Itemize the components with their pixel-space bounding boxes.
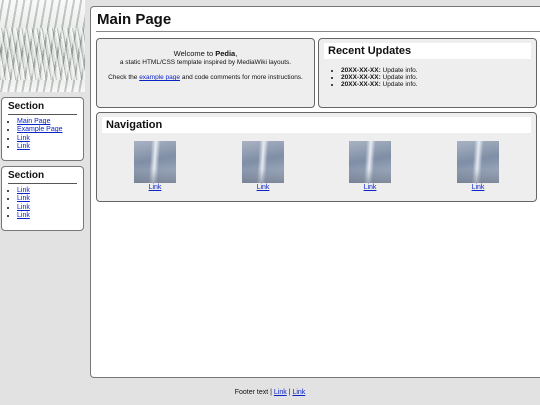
welcome-tagline: a static HTML/CSS template inspired by M… (119, 59, 292, 66)
sidebar-list-item: Link (17, 187, 77, 195)
nav-thumbnail-image[interactable] (457, 141, 499, 183)
welcome-instructions: Check the example page and code comments… (97, 74, 314, 81)
footer-link[interactable]: Link (292, 389, 305, 396)
welcome-panel: Welcome to Pedia, a static HTML/CSS temp… (96, 38, 315, 108)
site-logo-image[interactable] (0, 0, 85, 92)
instructions-suffix: and code comments for more instructions. (180, 74, 303, 81)
nav-item: Link (348, 141, 392, 191)
nav-thumbnail-image[interactable] (349, 141, 391, 183)
nav-link[interactable]: Link (348, 184, 392, 191)
nav-thumbnail-image[interactable] (134, 141, 176, 183)
update-date: 20XX-XX-XX: (341, 74, 381, 81)
nav-link[interactable]: Link (133, 184, 177, 191)
update-text: Update info. (380, 81, 418, 88)
sidebar-section-heading: Section (8, 101, 77, 115)
nav-link[interactable]: Link (456, 184, 500, 191)
update-item: 20XX-XX-XX: Update info. (341, 81, 536, 88)
nav-item: Link (241, 141, 285, 191)
sidebar-link-main-page[interactable]: Main Page (17, 118, 50, 125)
example-page-link[interactable]: example page (139, 74, 180, 81)
nav-link[interactable]: Link (241, 184, 285, 191)
nav-item: Link (456, 141, 500, 191)
welcome-suffix: , (235, 49, 238, 58)
sidebar-link-list: Link Link Link Link (8, 187, 77, 221)
navigation-title: Navigation (102, 117, 531, 133)
sidebar-link[interactable]: Link (17, 212, 30, 219)
site-name: Pedia (215, 49, 236, 58)
nav-item: Link (133, 141, 177, 191)
navigation-items: Link Link Link Link (97, 141, 536, 193)
update-text: Update info. (380, 74, 418, 81)
sidebar-list-item: Link (17, 143, 77, 151)
update-item: 20XX-XX-XX: Update info. (341, 74, 536, 81)
recent-updates-panel: Recent Updates 20XX-XX-XX: Update info. … (318, 38, 537, 108)
footer-text: Footer text | (234, 389, 274, 396)
update-text: Update info. (380, 67, 418, 74)
sidebar-link[interactable]: Link (17, 204, 30, 211)
main-content: Main Page Welcome to Pedia, a static HTM… (90, 6, 540, 378)
sidebar-link[interactable]: Link (17, 143, 30, 150)
sidebar-list-item: Example Page (17, 126, 77, 134)
sidebar-link-example-page[interactable]: Example Page (17, 126, 63, 133)
logo-forest-texture (0, 28, 85, 80)
welcome-line: Welcome to Pedia, (97, 49, 314, 58)
sidebar-section-1: Section Main Page Example Page Link Link (1, 97, 84, 161)
instructions-prefix: Check the (108, 74, 140, 81)
footer: Footer text | Link | Link (0, 389, 540, 396)
sidebar-link[interactable]: Link (17, 187, 30, 194)
sidebar-link[interactable]: Link (17, 195, 30, 202)
update-date: 20XX-XX-XX: (341, 67, 381, 74)
update-item: 20XX-XX-XX: Update info. (341, 67, 536, 74)
sidebar-list-item: Link (17, 135, 77, 143)
sidebar-link[interactable]: Link (17, 135, 30, 142)
sidebar-list-item: Link (17, 195, 77, 203)
nav-thumbnail-image[interactable] (242, 141, 284, 183)
title-divider (96, 31, 540, 32)
updates-list: 20XX-XX-XX: Update info. 20XX-XX-XX: Upd… (319, 67, 536, 88)
update-date: 20XX-XX-XX: (341, 81, 381, 88)
sidebar-link-list: Main Page Example Page Link Link (8, 118, 77, 152)
sidebar-list-item: Link (17, 212, 77, 220)
navigation-panel: Navigation Link Link Link Link (96, 112, 537, 202)
recent-updates-title: Recent Updates (324, 43, 531, 59)
sidebar-section-2: Section Link Link Link Link (1, 166, 84, 231)
sidebar-section-heading: Section (8, 170, 77, 184)
sidebar-list-item: Main Page (17, 118, 77, 126)
sidebar-list-item: Link (17, 204, 77, 212)
footer-link[interactable]: Link (274, 389, 287, 396)
welcome-prefix: Welcome to (173, 49, 216, 58)
page-title: Main Page (97, 11, 172, 28)
